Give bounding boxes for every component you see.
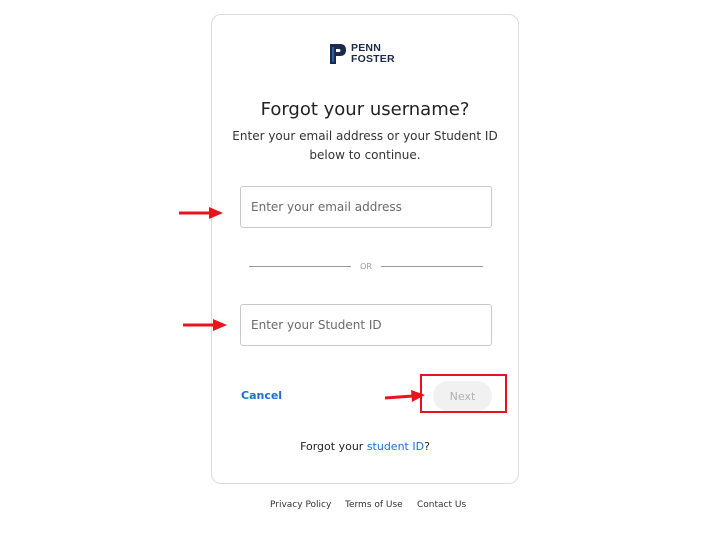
privacy-policy-link[interactable]: Privacy Policy xyxy=(270,500,331,510)
login-card: PENN FOSTER Forgot your username? Enter … xyxy=(211,14,519,484)
red-arrow-icon xyxy=(179,207,223,219)
terms-of-use-link[interactable]: Terms of Use xyxy=(345,500,403,510)
logo-wordmark: PENN FOSTER xyxy=(351,43,395,65)
red-arrow-icon xyxy=(384,390,425,402)
student-id-input[interactable] xyxy=(240,304,492,346)
page-subtitle: Enter your email address or your Student… xyxy=(232,127,498,165)
footer: Privacy Policy Terms of Use Contact Us xyxy=(0,500,720,514)
cancel-link[interactable]: Cancel xyxy=(241,389,282,402)
subtitle-line-2: below to continue. xyxy=(309,148,421,162)
red-arrow-icon xyxy=(183,319,227,331)
student-id-link[interactable]: student ID xyxy=(367,440,424,453)
penn-foster-logo: PENN FOSTER xyxy=(330,40,395,68)
forgot-student-id: Forgot your student ID? xyxy=(212,440,518,453)
red-highlight-box xyxy=(420,374,507,413)
email-input[interactable] xyxy=(240,186,492,228)
logo-text-line2: FOSTER xyxy=(351,53,395,65)
or-divider: OR xyxy=(249,260,483,274)
page-title: Forgot your username? xyxy=(260,99,470,120)
forgot-prefix: Forgot your xyxy=(300,440,367,453)
contact-us-link[interactable]: Contact Us xyxy=(417,500,466,510)
forgot-suffix: ? xyxy=(424,440,430,453)
divider-line-right xyxy=(381,266,483,267)
subtitle-line-1: Enter your email address or your Student… xyxy=(232,129,498,143)
penn-foster-logo-icon xyxy=(330,44,346,64)
